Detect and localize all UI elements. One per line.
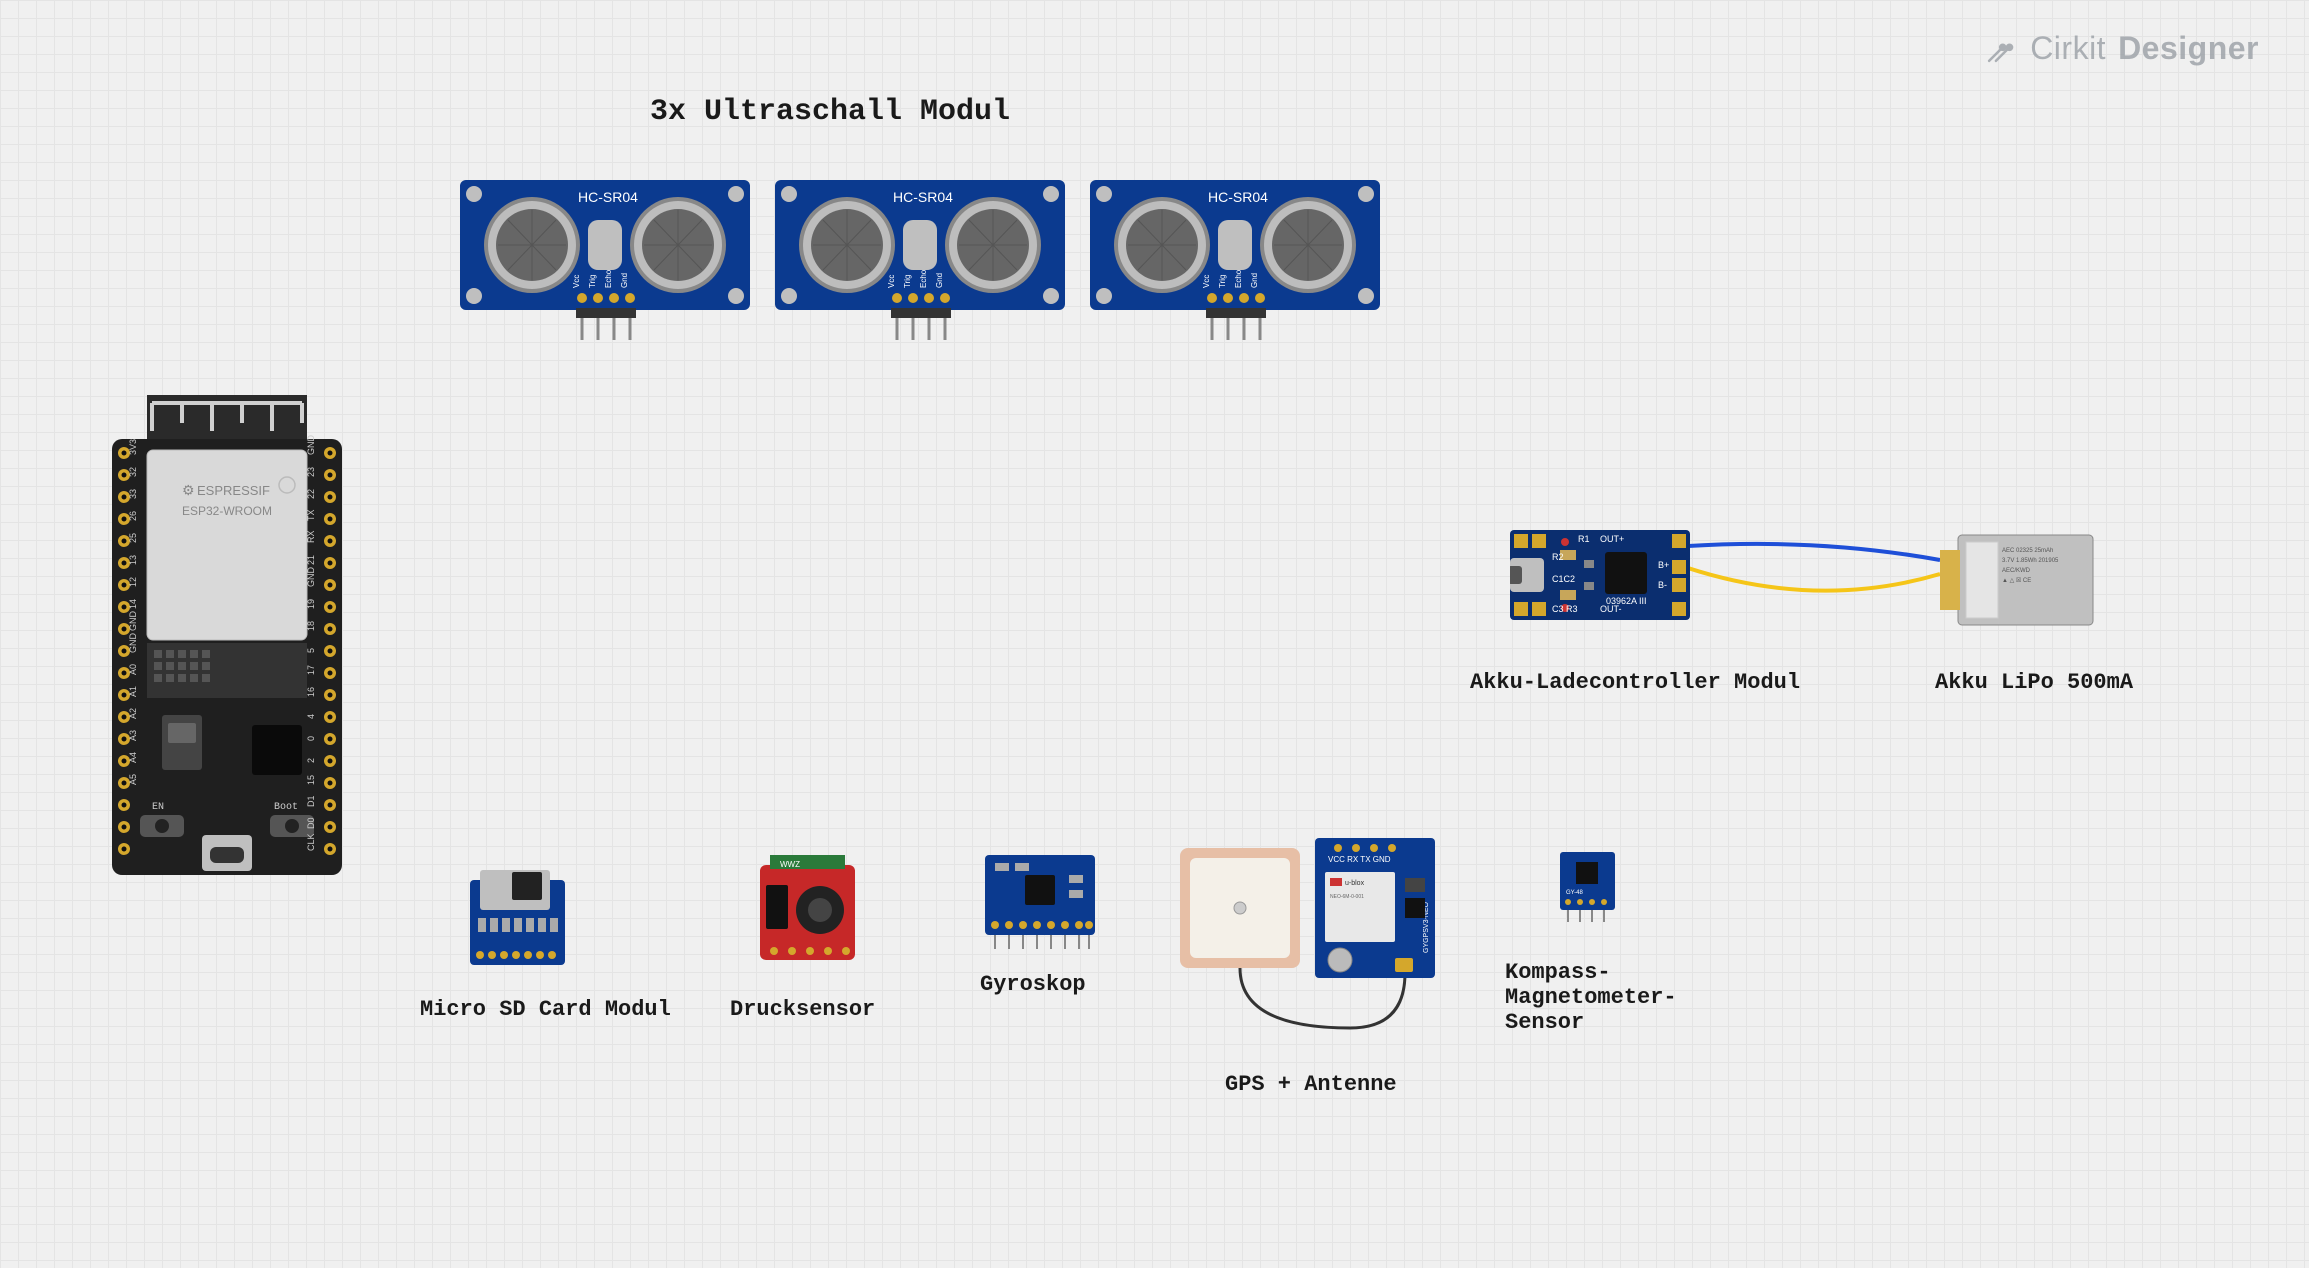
svg-text:AEC 02325 25mAh: AEC 02325 25mAh bbox=[2002, 548, 2053, 554]
svg-text:23: 23 bbox=[306, 467, 316, 477]
svg-text:D1: D1 bbox=[306, 795, 316, 807]
svg-text:A1: A1 bbox=[128, 686, 138, 697]
svg-text:22: 22 bbox=[306, 489, 316, 499]
svg-text:CLK: CLK bbox=[306, 833, 316, 851]
svg-text:12: 12 bbox=[128, 577, 138, 587]
svg-text:Trig: Trig bbox=[1218, 275, 1227, 288]
brand-icon bbox=[1984, 32, 2018, 66]
brand-name-1: Cirkit bbox=[2030, 30, 2106, 67]
wire-b-minus bbox=[1688, 560, 1948, 640]
svg-text:Trig: Trig bbox=[903, 275, 912, 288]
svg-text:RX: RX bbox=[306, 530, 316, 543]
svg-text:VCC RX TX GND: VCC RX TX GND bbox=[1328, 855, 1391, 864]
svg-text:GND: GND bbox=[128, 633, 138, 654]
svg-text:5: 5 bbox=[306, 648, 316, 653]
svg-text:GND: GND bbox=[306, 567, 316, 588]
svg-text:Echo: Echo bbox=[604, 269, 613, 288]
label-gps: GPS + Antenne bbox=[1225, 1072, 1397, 1097]
svg-text:Boot: Boot bbox=[274, 802, 298, 813]
svg-text:WWZ: WWZ bbox=[780, 860, 800, 869]
svg-text:4: 4 bbox=[306, 714, 316, 719]
svg-text:GY-48: GY-48 bbox=[1566, 890, 1583, 896]
svg-text:17: 17 bbox=[306, 665, 316, 675]
brand-watermark: Cirkit Designer bbox=[1984, 30, 2259, 67]
gps-module[interactable]: VCC RX TX GND u-blox NEO-6M-0-001 GYGPSV… bbox=[1180, 838, 1445, 988]
svg-text:D0: D0 bbox=[306, 817, 316, 829]
svg-text:Echo: Echo bbox=[919, 269, 928, 288]
label-compass: Kompass- Magnetometer- Sensor bbox=[1505, 960, 1677, 1035]
compass-magnetometer[interactable]: GY-48 bbox=[1560, 852, 1615, 922]
svg-text:A2: A2 bbox=[128, 708, 138, 719]
label-sdcard: Micro SD Card Modul bbox=[420, 997, 671, 1022]
svg-text:13: 13 bbox=[128, 555, 138, 565]
svg-text:A5: A5 bbox=[128, 774, 138, 785]
svg-text:GND: GND bbox=[306, 435, 316, 456]
label-gyro: Gyroskop bbox=[980, 972, 1086, 997]
label-battery: Akku LiPo 500mA bbox=[1935, 670, 2133, 695]
svg-text:Echo: Echo bbox=[1234, 269, 1243, 288]
svg-text:A4: A4 bbox=[128, 752, 138, 763]
svg-text:ESP32-WROOM: ESP32-WROOM bbox=[182, 504, 272, 518]
svg-text:R1: R1 bbox=[1578, 534, 1590, 544]
svg-text:18: 18 bbox=[306, 621, 316, 631]
svg-text:HC-SR04: HC-SR04 bbox=[578, 189, 638, 205]
svg-text:TX: TX bbox=[306, 509, 316, 521]
lipo-battery[interactable]: AEC 02325 25mAh 3.7V 1.85Wh 201905 AEC/K… bbox=[1940, 530, 2095, 630]
ultrasonic-sensor-2[interactable]: HC-SR04 Vcc Trig Echo Gnd bbox=[775, 180, 1065, 330]
svg-text:0: 0 bbox=[306, 736, 316, 741]
svg-text:25: 25 bbox=[128, 533, 138, 543]
title-ultrasonic: 3x Ultraschall Modul bbox=[650, 95, 1010, 129]
svg-text:21: 21 bbox=[306, 555, 316, 565]
svg-text:33: 33 bbox=[128, 489, 138, 499]
svg-text:B-: B- bbox=[1658, 580, 1667, 590]
lipo-charger-module[interactable]: R1 OUT+ R2 B+ B- C1C2 C3 R3 OUT- 03962A … bbox=[1510, 530, 1690, 620]
ultrasonic-sensor-1[interactable]: HC-SR04 Vcc Trig Echo Gnd bbox=[460, 180, 750, 330]
svg-text:A0: A0 bbox=[128, 664, 138, 675]
svg-text:B+: B+ bbox=[1658, 560, 1669, 570]
svg-text:3V3: 3V3 bbox=[128, 439, 138, 455]
svg-text:C3 R3: C3 R3 bbox=[1552, 604, 1578, 614]
svg-text:R2: R2 bbox=[1552, 552, 1564, 562]
svg-text:15: 15 bbox=[306, 775, 316, 785]
svg-text:Trig: Trig bbox=[588, 275, 597, 288]
svg-text:u-blox: u-blox bbox=[1345, 880, 1365, 887]
svg-text:Vcc: Vcc bbox=[572, 275, 581, 288]
svg-text:A3: A3 bbox=[128, 730, 138, 741]
svg-text:AEC/KWD: AEC/KWD bbox=[2002, 568, 2031, 574]
svg-text:26: 26 bbox=[128, 511, 138, 521]
brand-name-2: Designer bbox=[2118, 30, 2259, 67]
ultrasonic-sensor-3[interactable]: HC-SR04 Vcc Trig Echo Gnd bbox=[1090, 180, 1380, 330]
esp32-devkit[interactable]: ⚙ ESPRESSIF ESP32-WROOM EN Boot bbox=[92, 395, 362, 875]
micro-sd-module[interactable] bbox=[470, 870, 565, 970]
gyroscope-module[interactable] bbox=[985, 855, 1095, 951]
svg-text:3.7V 1.85Wh 201905: 3.7V 1.85Wh 201905 bbox=[2002, 558, 2059, 564]
svg-text:OUT+: OUT+ bbox=[1600, 534, 1624, 544]
svg-text:2: 2 bbox=[306, 758, 316, 763]
svg-text:NEO-6M-0-001: NEO-6M-0-001 bbox=[1330, 894, 1364, 900]
svg-text:Gnd: Gnd bbox=[620, 273, 629, 288]
svg-text:16: 16 bbox=[306, 687, 316, 697]
svg-text:EN: EN bbox=[152, 802, 164, 813]
svg-text:HC-SR04: HC-SR04 bbox=[893, 189, 953, 205]
label-charger: Akku-Ladecontroller Modul bbox=[1470, 670, 1800, 695]
svg-text:Gnd: Gnd bbox=[935, 273, 944, 288]
svg-text:ESPRESSIF: ESPRESSIF bbox=[197, 483, 270, 498]
svg-text:▲ △ ☒ CE: ▲ △ ☒ CE bbox=[2002, 577, 2031, 584]
label-pressure: Drucksensor bbox=[730, 997, 875, 1022]
svg-text:Vcc: Vcc bbox=[1202, 275, 1211, 288]
svg-text:32: 32 bbox=[128, 467, 138, 477]
svg-text:C1C2: C1C2 bbox=[1552, 574, 1575, 584]
svg-text:Vcc: Vcc bbox=[887, 275, 896, 288]
svg-text:HC-SR04: HC-SR04 bbox=[1208, 189, 1268, 205]
pressure-sensor[interactable]: WWZ bbox=[760, 855, 855, 965]
svg-text:03962A III: 03962A III bbox=[1606, 596, 1647, 606]
svg-text:Gnd: Gnd bbox=[1250, 273, 1259, 288]
svg-text:GND: GND bbox=[128, 611, 138, 632]
espressif-text: ⚙ bbox=[182, 482, 195, 498]
svg-text:14: 14 bbox=[128, 599, 138, 609]
svg-text:19: 19 bbox=[306, 599, 316, 609]
